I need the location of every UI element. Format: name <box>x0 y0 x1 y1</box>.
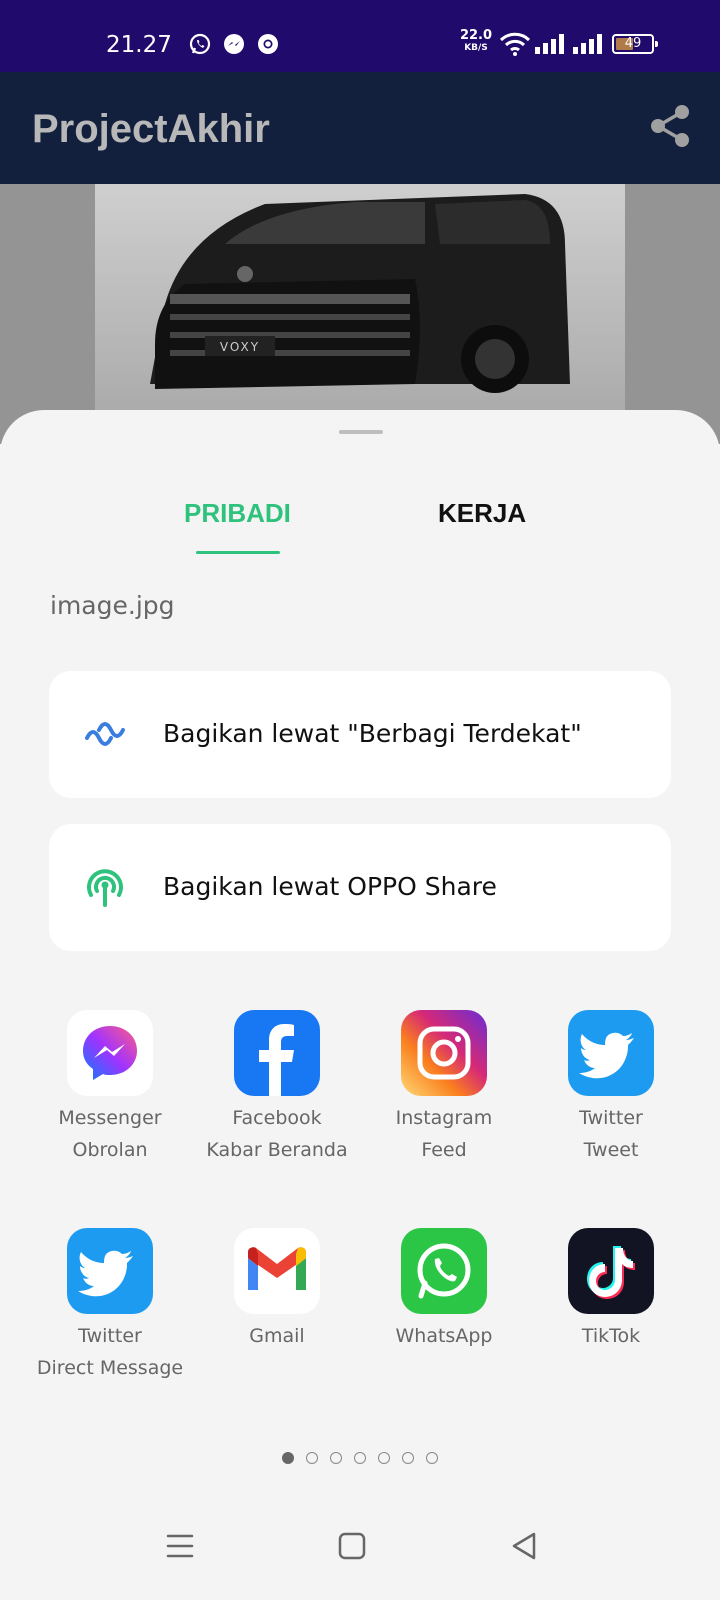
tab-pribadi[interactable]: PRIBADI <box>184 498 291 528</box>
twitter-icon <box>67 1228 153 1314</box>
oppo-share-icon <box>87 869 123 907</box>
page-dot[interactable] <box>378 1452 390 1464</box>
app-sub: Obrolan <box>72 1139 148 1161</box>
app-sub: Direct Message <box>36 1357 184 1379</box>
whatsapp-icon <box>189 33 211 55</box>
menu-icon[interactable] <box>160 1526 200 1566</box>
instagram-icon <box>401 1010 487 1096</box>
notification-icons <box>188 32 280 56</box>
app-sub: Kabar Beranda <box>206 1139 348 1161</box>
nearby-share-label: Bagikan lewat "Berbagi Terdekat" <box>163 719 582 748</box>
network-speed-value: 22.0 <box>459 28 493 43</box>
twitter-icon <box>568 1010 654 1096</box>
drag-handle[interactable] <box>339 430 383 434</box>
chrome-icon <box>258 34 278 54</box>
app-sub: Feed <box>421 1139 467 1161</box>
app-name: Twitter <box>579 1107 643 1129</box>
nearby-share-button[interactable]: Bagikan lewat "Berbagi Terdekat" <box>49 671 671 798</box>
share-icon[interactable] <box>650 104 690 148</box>
status-bar: 21.27 22.0 KB/S 49 <box>0 0 720 72</box>
app-bar: ProjectAkhir <box>0 72 720 184</box>
navigation-bar <box>0 1490 720 1600</box>
battery-percent: 49 <box>624 36 642 51</box>
gmail-icon <box>234 1228 320 1314</box>
battery-icon: 49 <box>612 34 658 54</box>
tab-indicator <box>196 551 280 554</box>
signal-icon <box>535 34 564 54</box>
tab-kerja[interactable]: KERJA <box>438 498 526 528</box>
oppo-share-label: Bagikan lewat OPPO Share <box>163 872 497 901</box>
home-icon[interactable] <box>332 1526 372 1566</box>
app-name: Instagram <box>395 1107 493 1129</box>
app-name: Gmail <box>249 1325 305 1347</box>
page-dot[interactable] <box>354 1452 366 1464</box>
app-name: WhatsApp <box>395 1325 493 1347</box>
page-dot[interactable] <box>306 1452 318 1464</box>
whatsapp-icon <box>401 1228 487 1314</box>
app-name: Messenger <box>58 1107 162 1129</box>
app-name: TikTok <box>581 1325 641 1347</box>
messenger-icon <box>67 1010 153 1096</box>
svg-text:VOXY: VOXY <box>220 340 260 354</box>
clock: 21.27 <box>106 32 172 58</box>
signal-icon <box>573 34 602 54</box>
back-icon[interactable] <box>504 1526 544 1566</box>
wifi-icon <box>499 32 531 56</box>
network-speed-unit: KB/S <box>464 43 488 53</box>
app-name: Facebook <box>232 1107 322 1129</box>
app-sub: Tweet <box>583 1139 639 1161</box>
page-dot[interactable] <box>330 1452 342 1464</box>
tiktok-icon <box>568 1228 654 1314</box>
app-name: Twitter <box>78 1325 142 1347</box>
page-dot[interactable] <box>402 1452 414 1464</box>
messenger-icon <box>224 34 244 54</box>
facebook-icon <box>234 1010 320 1096</box>
page-dot[interactable] <box>282 1452 294 1464</box>
battery-nub <box>655 41 658 47</box>
page-indicator[interactable] <box>282 1452 438 1464</box>
page-dot[interactable] <box>426 1452 438 1464</box>
app-title: ProjectAkhir <box>32 107 270 151</box>
network-speed: 22.0 KB/S <box>459 28 493 54</box>
car-photo: VOXY <box>95 184 625 424</box>
file-name: image.jpg <box>50 591 175 620</box>
share-sheet: PRIBADI KERJA image.jpg Bagikan lewat "B… <box>0 410 720 1600</box>
nearby-share-icon <box>85 722 125 746</box>
oppo-share-button[interactable]: Bagikan lewat OPPO Share <box>49 824 671 951</box>
